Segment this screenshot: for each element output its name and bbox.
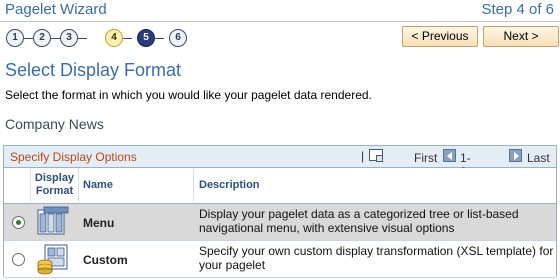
step-4: 4 [105,29,123,47]
table-row: Menu Display your pagelet data as a cate… [4,204,556,241]
table-row: Custom Specify your own custom display t… [4,241,556,278]
format-radio-menu[interactable] [12,216,25,229]
step-connector [155,38,164,39]
previous-row-icon[interactable] [443,149,456,162]
wizard-title: Pagelet Wizard [5,1,107,18]
step-2[interactable]: 2 [33,29,51,47]
next-row-icon[interactable] [509,149,522,162]
nav-first-link[interactable]: First [414,151,437,165]
column-header-select [4,168,31,204]
custom-format-icon [37,244,68,275]
format-name: Menu [83,216,115,230]
column-header-format[interactable]: Display Format [31,168,79,204]
step-1[interactable]: 1 [6,29,24,47]
column-header-description[interactable]: Description [194,168,556,204]
format-name: Custom [83,253,128,267]
step-connector [78,38,87,39]
grid-title: Specify Display Options [10,150,137,164]
display-options-grid: Specify Display Options | First 1-2 of 2… [3,145,557,278]
instructions-text: Select the format in which you would lik… [5,88,372,102]
pagelet-name: Company News [5,116,104,132]
step-connector [123,38,132,39]
format-radio-custom[interactable] [12,253,25,266]
step-connector [24,38,33,39]
separator: | [361,149,365,163]
step-indicator: Step 4 of 6 [481,1,554,18]
column-header-name[interactable]: Name [79,168,194,204]
previous-button[interactable]: < Previous [402,26,478,47]
format-description: Specify your own custom display transfor… [199,244,554,272]
next-button[interactable]: Next > [483,26,559,47]
step-6[interactable]: 6 [169,29,187,47]
page-title: Select Display Format [5,60,182,80]
step-3[interactable]: 3 [60,29,78,47]
format-description: Display your pagelet data as a categoriz… [199,207,519,235]
step-5[interactable]: 5 [137,29,155,47]
nav-last-link[interactable]: Last [527,151,550,165]
wizard-header: Pagelet Wizard Step 4 of 6 [0,0,560,22]
grid-header-bar: Specify Display Options | First 1-2 of 2… [4,146,556,207]
zoom-icon[interactable] [369,149,383,162]
menu-format-icon [37,206,69,235]
step-connector [51,38,60,39]
